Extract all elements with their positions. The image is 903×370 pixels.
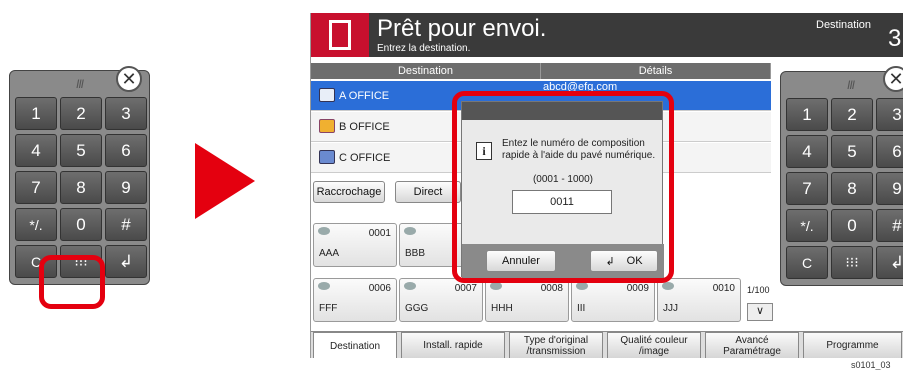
- tile-number: 0007: [454, 283, 477, 294]
- key-3[interactable]: 3: [105, 97, 147, 130]
- key-hash[interactable]: #: [105, 208, 147, 241]
- key-4[interactable]: 4: [15, 134, 57, 167]
- tab-destination[interactable]: Destination: [313, 332, 397, 358]
- list-item-name: C OFFICE: [339, 151, 391, 164]
- contact-icon: [662, 282, 674, 290]
- column-header-destination: Destination: [311, 63, 541, 79]
- tile-number: 0010: [712, 283, 735, 294]
- contact-icon: [576, 282, 588, 290]
- tile-name: AAA: [319, 248, 340, 259]
- enter-icon[interactable]: ↲: [105, 245, 147, 278]
- key-0[interactable]: 0: [60, 208, 102, 241]
- numeric-keypad-overlay: III ✕ 1 2 3 4 5 6 7 8 9 */. 0 # C ⁝⁝⁝ ↲: [780, 66, 903, 286]
- key-6[interactable]: 6: [105, 134, 147, 167]
- page-indicator: 1/100: [747, 285, 770, 295]
- key-4[interactable]: 4: [786, 135, 828, 168]
- key-1[interactable]: 1: [786, 98, 828, 131]
- contact-icon: [318, 282, 330, 290]
- numeric-keypad: III ✕ 1 2 3 4 5 6 7 8 9 */. 0 # C ⁝⁝⁝ ↲: [9, 66, 150, 285]
- contact-icon: [404, 282, 416, 290]
- destination-count: 3: [888, 25, 902, 52]
- device-panel: Prêt pour envoi. Entrez la destination. …: [310, 13, 903, 358]
- tile-name: BBB: [405, 248, 426, 259]
- tile-number: 0009: [626, 283, 649, 294]
- key-star-dot[interactable]: */.: [15, 208, 57, 241]
- key-2[interactable]: 2: [60, 97, 102, 130]
- contact-icon: [318, 227, 330, 235]
- scroll-down-icon[interactable]: ∨: [747, 303, 773, 321]
- right-arrow-icon: [195, 143, 255, 219]
- key-1[interactable]: 1: [15, 97, 57, 130]
- tab-bar: Destination Install. rapide Type d'origi…: [311, 331, 903, 358]
- send-icon: [311, 13, 369, 57]
- speed-dial-icon[interactable]: ⁝⁝⁝: [831, 246, 873, 279]
- key-3[interactable]: 3: [876, 98, 903, 131]
- fax-icon: [319, 150, 335, 164]
- enter-icon[interactable]: ↲: [876, 246, 903, 279]
- key-5[interactable]: 5: [60, 134, 102, 167]
- destination-label: Destination: [816, 19, 872, 31]
- key-7[interactable]: 7: [786, 172, 828, 205]
- contact-icon: [490, 282, 502, 290]
- page-subtitle: Entrez la destination.: [377, 43, 471, 54]
- list-item-name: B OFFICE: [339, 120, 390, 133]
- tab-avance[interactable]: Avancé Paramétrage: [705, 332, 799, 358]
- speed-dial-tile[interactable]: 0008 HHH: [485, 278, 569, 322]
- close-icon[interactable]: ✕: [883, 66, 903, 92]
- tab-install-rapide[interactable]: Install. rapide: [401, 332, 505, 358]
- tile-name: HHH: [491, 303, 513, 314]
- tile-name: III: [577, 303, 586, 314]
- tab-qualite-couleur[interactable]: Qualité couleur /image: [607, 332, 701, 358]
- key-6[interactable]: 6: [876, 135, 903, 168]
- page-title: Prêt pour envoi.: [377, 15, 547, 42]
- key-5[interactable]: 5: [831, 135, 873, 168]
- key-2[interactable]: 2: [831, 98, 873, 131]
- destination-list-header: Destination Détails: [311, 63, 771, 79]
- tile-number: 0006: [368, 283, 391, 294]
- key-8[interactable]: 8: [60, 171, 102, 204]
- speed-dial-key-highlight: [39, 255, 105, 309]
- column-header-details: Détails: [541, 63, 771, 79]
- list-item-name: A OFFICE: [339, 89, 390, 102]
- key-8[interactable]: 8: [831, 172, 873, 205]
- header-bar: Prêt pour envoi. Entrez la destination. …: [311, 13, 903, 57]
- speed-dial-tile[interactable]: 0010 JJJ: [657, 278, 741, 322]
- tile-name: FFF: [319, 303, 338, 314]
- tab-programme[interactable]: Programme: [803, 332, 902, 358]
- tile-name: GGG: [405, 303, 429, 314]
- key-star-dot[interactable]: */.: [786, 209, 828, 242]
- raccrochage-button[interactable]: Raccrochage: [313, 181, 385, 203]
- contact-icon: [404, 227, 416, 235]
- key-9[interactable]: 9: [105, 171, 147, 204]
- speed-dial-tile[interactable]: 0006 FFF: [313, 278, 397, 322]
- speed-dial-tile[interactable]: 0009 III: [571, 278, 655, 322]
- key-7[interactable]: 7: [15, 171, 57, 204]
- folder-icon: [319, 119, 335, 133]
- key-clear[interactable]: C: [786, 246, 828, 279]
- close-icon[interactable]: ✕: [116, 66, 142, 92]
- dialog-highlight: [452, 91, 674, 283]
- key-hash[interactable]: #: [876, 209, 903, 242]
- email-icon: [319, 88, 335, 102]
- tab-type-original[interactable]: Type d'original /transmission: [509, 332, 603, 358]
- tile-name: JJJ: [663, 303, 678, 314]
- speed-dial-tile[interactable]: 0007 GGG: [399, 278, 483, 322]
- key-9[interactable]: 9: [876, 172, 903, 205]
- tile-number: 0001: [368, 228, 391, 239]
- tile-number: 0008: [540, 283, 563, 294]
- key-0[interactable]: 0: [831, 209, 873, 242]
- speed-dial-tile[interactable]: 0001 AAA: [313, 223, 397, 267]
